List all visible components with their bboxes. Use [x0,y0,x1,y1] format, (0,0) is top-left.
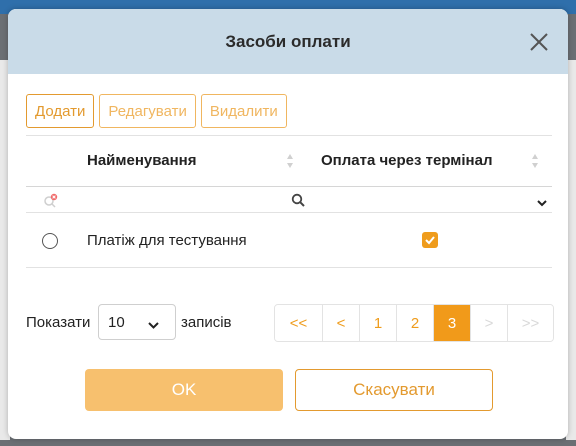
add-button[interactable]: Додати [26,94,95,128]
row-select-radio[interactable] [42,233,58,249]
prev-page-button[interactable]: < [323,305,360,341]
divider [26,267,552,268]
toolbar: Додати Редагувати Видалити [26,94,287,128]
divider [26,186,552,187]
chevron-down-icon[interactable] [536,195,548,213]
page-size-select[interactable]: 10 [98,304,176,340]
column-header-terminal[interactable]: Оплата через термінал [321,152,492,169]
terminal-checkbox[interactable] [422,232,438,248]
records-label: записів [181,314,232,331]
show-label: Показати [26,314,91,331]
clear-filter-icon[interactable] [43,193,59,214]
column-header-name[interactable]: Найменування [87,152,196,169]
ok-button[interactable]: OK [85,369,283,411]
sort-icon[interactable] [531,152,539,170]
page-size-value: 10 [108,313,125,331]
pagination: << < 1 2 3 > >> [274,304,554,342]
close-icon[interactable] [528,31,550,53]
page-3-button[interactable]: 3 [434,305,471,341]
divider [26,212,552,213]
cancel-button[interactable]: Скасувати [295,369,493,411]
chevron-down-icon [147,318,160,335]
dialog-title: Засоби оплати [225,31,351,51]
payment-methods-dialog: Засоби оплати Додати Редагувати Видалити… [8,9,568,439]
page-1-button[interactable]: 1 [360,305,397,341]
page-2-button[interactable]: 2 [397,305,434,341]
delete-button[interactable]: Видалити [200,94,287,128]
sort-icon[interactable] [286,152,294,170]
divider [26,135,552,136]
payment-name-cell: Платіж для тестування [87,232,247,249]
first-page-button[interactable]: << [275,305,323,341]
edit-button[interactable]: Редагувати [99,94,196,128]
next-page-button[interactable]: > [471,305,508,341]
dialog-header: Засоби оплати [8,9,568,74]
search-icon[interactable] [291,193,306,213]
last-page-button[interactable]: >> [508,305,553,341]
